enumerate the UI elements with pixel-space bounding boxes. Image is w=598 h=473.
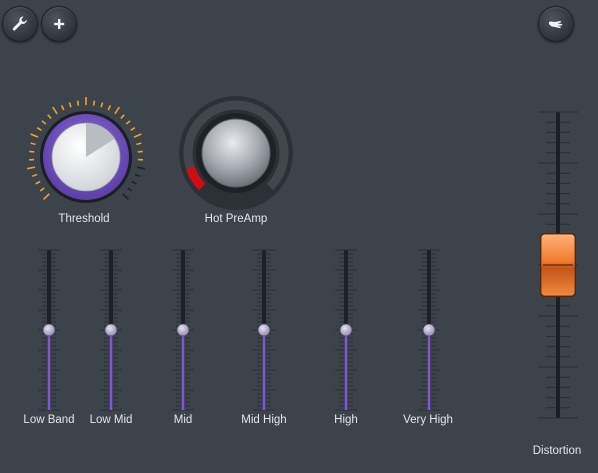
threshold-tick xyxy=(120,114,125,120)
plugin-panel: Threshold Hot PreAmp Low Band Low Mid Mi… xyxy=(0,0,598,473)
distortion-fader[interactable] xyxy=(530,108,586,424)
threshold-tick xyxy=(30,142,36,146)
fader-fill xyxy=(427,330,431,410)
fader-label-very-high: Very High xyxy=(403,414,453,426)
hand-button[interactable] xyxy=(538,6,574,42)
threshold-tick xyxy=(136,142,142,146)
fader-handle xyxy=(42,323,56,337)
threshold-tick xyxy=(39,187,45,192)
fader-label-low-mid: Low Mid xyxy=(89,414,133,426)
fader-handle xyxy=(339,323,353,337)
threshold-tick xyxy=(32,173,38,177)
hot-preamp-face xyxy=(201,118,271,188)
add-button[interactable] xyxy=(41,6,77,42)
threshold-tick xyxy=(107,105,112,111)
fader-fill xyxy=(47,330,51,410)
fader-low-band[interactable] xyxy=(34,246,64,416)
threshold-tick xyxy=(76,100,80,106)
threshold-tick xyxy=(41,120,47,125)
threshold-tick xyxy=(30,133,39,138)
fader-mid-high[interactable] xyxy=(249,246,279,416)
plus-icon xyxy=(54,19,65,29)
threshold-tick xyxy=(136,166,146,170)
threshold-tick xyxy=(26,166,36,170)
threshold-tick xyxy=(122,193,129,200)
threshold-tick xyxy=(47,114,52,120)
fader-fill xyxy=(181,330,185,410)
fader-handle xyxy=(257,323,271,337)
wrench-icon xyxy=(12,16,27,31)
fader-label-high: High xyxy=(334,414,358,426)
hot-preamp-knob[interactable] xyxy=(176,95,296,215)
threshold-tick xyxy=(130,127,136,131)
threshold-tick xyxy=(133,133,142,138)
fader-fill xyxy=(344,330,348,410)
fader-very-high[interactable] xyxy=(414,246,444,416)
fader-low-mid[interactable] xyxy=(96,246,126,416)
settings-button[interactable] xyxy=(2,6,38,42)
threshold-tick xyxy=(52,106,58,115)
threshold-tick xyxy=(125,120,131,125)
fader-high[interactable] xyxy=(331,246,361,416)
fader-handle xyxy=(176,323,190,337)
threshold-knob[interactable] xyxy=(24,95,148,219)
hand-pointer-icon xyxy=(549,21,563,29)
fader-fill xyxy=(262,330,266,410)
fader-mid[interactable] xyxy=(168,246,198,416)
threshold-tick xyxy=(131,180,137,185)
threshold-tick xyxy=(36,127,42,131)
fader-handle xyxy=(422,323,436,337)
fader-fill xyxy=(109,330,113,410)
fader-handle xyxy=(104,323,118,337)
threshold-tick xyxy=(127,187,133,192)
threshold-tick xyxy=(134,173,140,177)
threshold-label: Threshold xyxy=(58,213,110,225)
threshold-tick xyxy=(114,106,120,115)
threshold-tick xyxy=(43,193,50,200)
threshold-tick xyxy=(35,180,41,185)
threshold-tick xyxy=(100,102,104,108)
hot-preamp-label: Hot PreAmp xyxy=(204,213,268,225)
distortion-label: Distortion xyxy=(532,445,582,457)
fader-label-mid-high: Mid High xyxy=(241,414,287,426)
threshold-tick xyxy=(60,105,65,111)
threshold-tick xyxy=(92,100,96,106)
threshold-tick xyxy=(68,102,72,108)
fader-label-mid: Mid xyxy=(173,414,193,426)
